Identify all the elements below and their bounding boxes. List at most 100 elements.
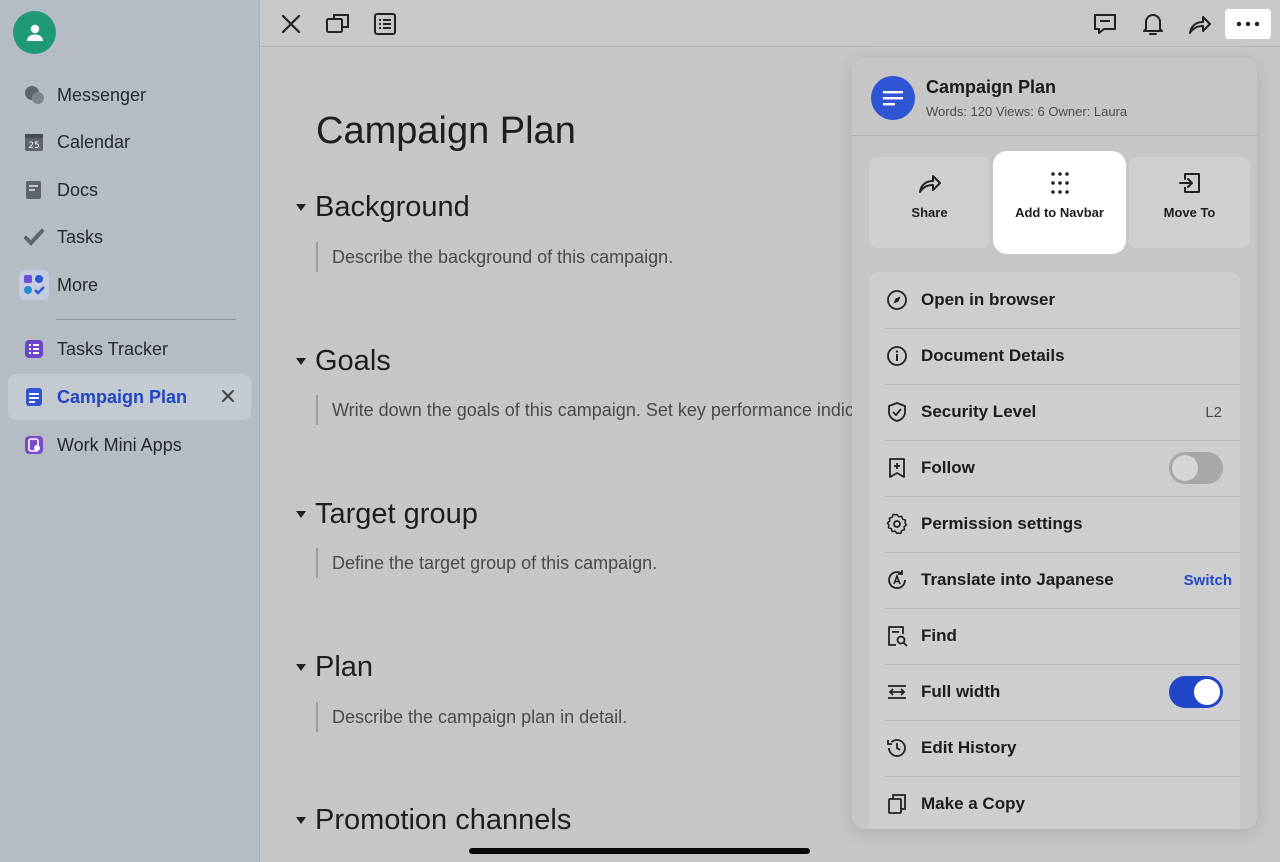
sidebar-item-calendar[interactable]: 25 Calendar: [8, 119, 251, 165]
mini-apps-icon: [23, 434, 45, 456]
more-apps-icon: [19, 270, 49, 300]
menu-item-label: Translate into Japanese: [921, 570, 1114, 589]
section-heading-text: Plan: [315, 651, 374, 683]
history-icon: [886, 737, 908, 759]
sidebar-divider: [56, 319, 236, 320]
section-heading-promotion-channels[interactable]: Promotion channels: [296, 804, 571, 837]
sidebar-item-more[interactable]: More: [8, 262, 251, 308]
tasks-icon: [23, 226, 45, 248]
section-text[interactable]: Write down the goals of this campaign. S…: [316, 395, 856, 425]
comment-icon[interactable]: [1089, 8, 1121, 40]
close-icon[interactable]: [275, 8, 307, 40]
add-to-navbar-button[interactable]: Add to Navbar: [999, 157, 1120, 248]
section-heading-plan[interactable]: Plan: [296, 651, 373, 684]
menu-item-label: Find: [921, 626, 957, 645]
more-options-panel: Campaign Plan Words: 120 Views: 6 Owner:…: [852, 58, 1257, 829]
collapse-triangle-icon[interactable]: [296, 817, 306, 824]
messenger-icon: [23, 84, 45, 106]
full-width-toggle[interactable]: [1169, 676, 1223, 708]
share-icon: [916, 169, 944, 197]
outline-icon[interactable]: [369, 8, 401, 40]
menu-item-label: Open in browser: [921, 290, 1056, 309]
doc-icon: [23, 386, 45, 408]
find-icon: [886, 625, 908, 647]
menu-item-make-a-copy[interactable]: Make a Copy: [869, 776, 1240, 829]
sidebar-item-label: Calendar: [57, 131, 131, 152]
move-to-button[interactable]: Move To: [1129, 157, 1250, 248]
sidebar-item-docs[interactable]: Docs: [8, 167, 251, 213]
docs-icon: [23, 179, 45, 201]
compass-icon: [886, 289, 908, 311]
user-avatar[interactable]: [13, 11, 56, 54]
section-heading-text: Goals: [315, 345, 391, 377]
switch-language-link[interactable]: Switch: [1184, 572, 1232, 589]
menu-item-label: Full width: [921, 682, 1001, 701]
document-badge-icon: [871, 76, 915, 120]
person-icon: [26, 24, 43, 41]
menu-item-open-in-browser[interactable]: Open in browser: [869, 272, 1240, 328]
menu-item-find[interactable]: Find: [869, 608, 1240, 664]
menu-item-label: Follow: [921, 458, 975, 477]
menu-item-edit-history[interactable]: Edit History: [869, 720, 1240, 776]
info-icon: [886, 345, 908, 367]
sidebar-item-label: Tasks Tracker: [57, 338, 169, 359]
sidebar-item-label: Campaign Plan: [57, 386, 188, 407]
menu-item-label: Make a Copy: [921, 794, 1025, 813]
sidebar-item-tasks-tracker[interactable]: Tasks Tracker: [8, 326, 251, 372]
menu-item-permission-settings[interactable]: Permission settings: [869, 496, 1240, 552]
bookmark-plus-icon: [886, 457, 908, 479]
translate-icon: [886, 569, 908, 591]
section-heading-background[interactable]: Background: [296, 191, 470, 224]
menu-item-label: Security Level: [921, 402, 1037, 421]
section-text[interactable]: Describe the background of this campaign…: [316, 242, 856, 272]
follow-toggle[interactable]: [1169, 452, 1223, 484]
window-icon[interactable]: [322, 8, 354, 40]
document-meta: Words: 120 Views: 6 Owner: Laura: [926, 104, 1128, 119]
security-level-value: L2: [1205, 403, 1222, 421]
panel-header: Campaign Plan Words: 120 Views: 6 Owner:…: [852, 58, 1257, 136]
grid-dots-icon: [1046, 169, 1074, 197]
section-heading-target-group[interactable]: Target group: [296, 498, 478, 531]
options-menu: Open in browser Document Details Securit…: [869, 272, 1240, 829]
sidebar-item-campaign-plan[interactable]: Campaign Plan: [8, 374, 251, 420]
tracker-icon: [23, 338, 45, 360]
menu-item-follow[interactable]: Follow: [869, 440, 1240, 496]
menu-item-document-details[interactable]: Document Details: [869, 328, 1240, 384]
action-label: Share: [911, 205, 948, 220]
action-label: Move To: [1163, 205, 1216, 220]
menu-item-translate[interactable]: Translate into Japanese Switch: [869, 552, 1240, 608]
top-toolbar: [261, 0, 1280, 47]
sidebar-item-label: Tasks: [57, 226, 104, 247]
copy-icon: [886, 793, 908, 815]
sidebar-item-label: Docs: [57, 179, 99, 200]
move-to-icon: [1176, 169, 1204, 197]
section-heading-goals[interactable]: Goals: [296, 345, 391, 378]
sidebar-item-tasks[interactable]: Tasks: [8, 214, 251, 260]
collapse-triangle-icon[interactable]: [296, 204, 306, 211]
sidebar-item-label: Work Mini Apps: [57, 434, 182, 455]
collapse-triangle-icon[interactable]: [296, 664, 306, 671]
more-icon[interactable]: [1225, 9, 1271, 39]
collapse-triangle-icon[interactable]: [296, 358, 306, 365]
section-text[interactable]: Describe the campaign plan in detail.: [316, 702, 856, 732]
collapse-triangle-icon[interactable]: [296, 511, 306, 518]
svg-text:25: 25: [28, 141, 39, 151]
toggle-knob: [1194, 679, 1220, 705]
home-indicator[interactable]: [469, 848, 810, 854]
section-heading-text: Target group: [315, 498, 478, 530]
share-button[interactable]: Share: [869, 157, 990, 248]
shield-icon: [886, 401, 908, 423]
sidebar-item-work-mini-apps[interactable]: Work Mini Apps: [8, 422, 251, 468]
section-text[interactable]: Define the target group of this campaign…: [316, 548, 856, 578]
bell-icon[interactable]: [1137, 8, 1169, 40]
share-icon[interactable]: [1184, 8, 1216, 40]
page-title: Campaign Plan: [316, 110, 576, 152]
menu-item-security-level[interactable]: Security Level L2: [869, 384, 1240, 440]
sidebar-item-messenger[interactable]: Messenger: [8, 72, 251, 118]
sidebar-item-label: More: [57, 274, 99, 295]
toggle-knob: [1172, 455, 1198, 481]
close-tab-icon[interactable]: [219, 387, 237, 405]
menu-item-label: Document Details: [921, 346, 1065, 365]
menu-item-full-width[interactable]: Full width: [869, 664, 1240, 720]
full-width-icon: [886, 681, 908, 703]
